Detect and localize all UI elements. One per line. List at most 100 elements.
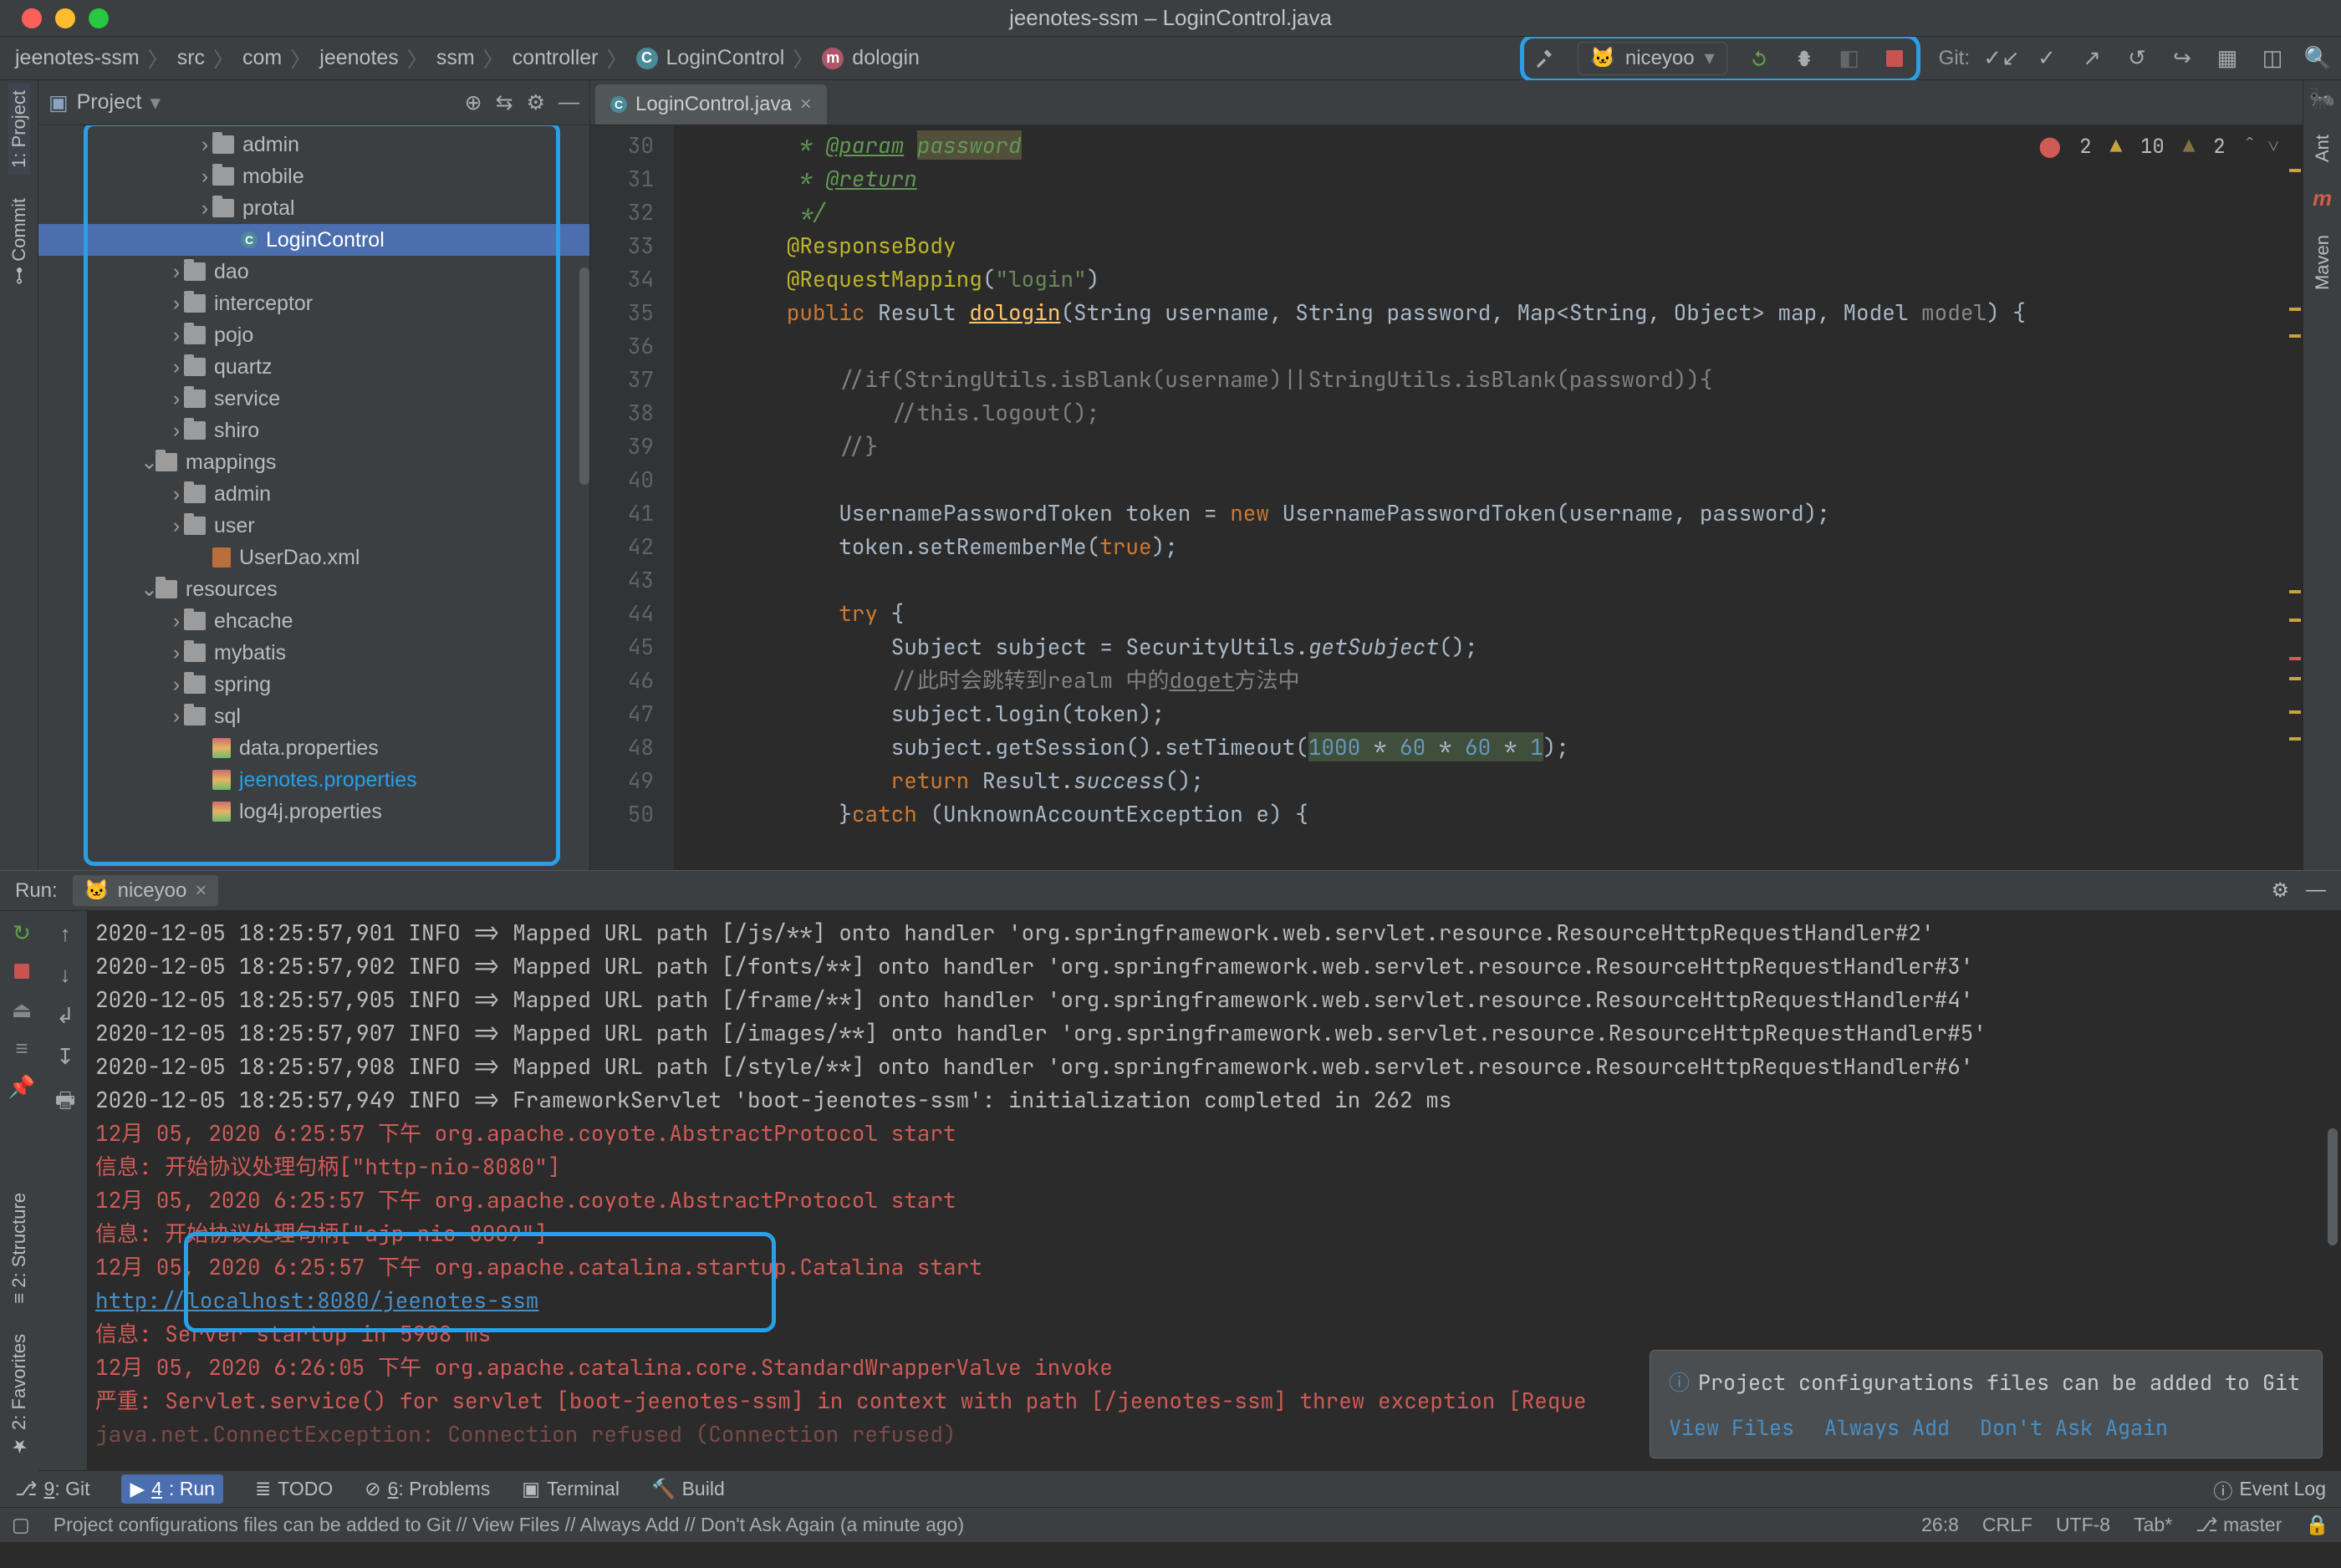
up-icon[interactable]: ↑ xyxy=(60,921,71,947)
tree-item[interactable]: ›service xyxy=(38,383,589,415)
project-tree[interactable]: ›admin ›mobile›protalCLoginControl›dao›in… xyxy=(38,125,589,870)
expand-icon[interactable]: › xyxy=(197,165,212,189)
gear-icon[interactable]: ⚙ xyxy=(2271,878,2289,903)
tree-item[interactable]: ›sql xyxy=(38,700,589,732)
chevron-icon[interactable]: ˆ ˅ xyxy=(2244,130,2279,164)
search-icon[interactable]: 🔍 xyxy=(2304,45,2331,72)
lock-icon[interactable]: 🔒 xyxy=(2305,1514,2329,1536)
breadcrumb-item[interactable]: src xyxy=(177,46,205,70)
editor-tab[interactable]: C LoginControl.java × xyxy=(595,84,827,125)
bottom-tab-run[interactable]: ▶ 4: Run xyxy=(121,1474,222,1504)
rerun-icon[interactable] xyxy=(1746,45,1772,72)
bottom-tab-eventlog[interactable]: ⓘ Event Log xyxy=(2213,1475,2326,1504)
expand-icon[interactable]: › xyxy=(169,641,184,665)
vcs-commit-icon[interactable]: ✓ xyxy=(2033,45,2060,72)
down-icon[interactable]: ↓ xyxy=(60,962,71,988)
vcs-update-icon[interactable]: ✓↙ xyxy=(1988,45,2015,72)
rerun-icon[interactable]: ↻ xyxy=(10,921,33,944)
vcs-push-icon[interactable]: ↗ xyxy=(2078,45,2105,72)
breadcrumb-item[interactable]: dologin xyxy=(852,46,920,70)
expand-icon[interactable]: › xyxy=(169,705,184,729)
expand-icon[interactable]: › xyxy=(169,514,184,538)
tree-item[interactable]: ›spring xyxy=(38,669,589,700)
tree-item[interactable]: UserDao.xml xyxy=(38,542,589,573)
close-icon[interactable]: × xyxy=(195,879,207,903)
tree-item[interactable]: ›dao xyxy=(38,256,589,288)
run-config-select[interactable]: 🐱 niceyoo ▾ xyxy=(1578,42,1727,75)
tree-item[interactable]: ›protal xyxy=(38,192,589,224)
rail-tab-favorites[interactable]: ★ 2: Favorites xyxy=(8,1327,30,1463)
code[interactable]: * @param password * @return */ @Response… xyxy=(674,125,2303,870)
notification-action[interactable]: Always Add xyxy=(1824,1411,1950,1444)
notification-action[interactable]: Don't Ask Again xyxy=(1980,1411,2168,1444)
run-panel-tab[interactable]: 🐱 niceyoo × xyxy=(73,875,219,906)
tree-item[interactable]: log4j.properties xyxy=(38,796,589,827)
tree-item[interactable]: ›interceptor xyxy=(38,288,589,319)
stop-icon[interactable] xyxy=(10,960,33,983)
expand-icon[interactable]: ⌄ xyxy=(140,577,156,602)
expand-icon[interactable]: › xyxy=(169,482,184,507)
hide-icon[interactable]: — xyxy=(558,90,579,115)
breadcrumb-item[interactable]: com xyxy=(242,46,282,70)
maven-icon[interactable]: m xyxy=(2313,186,2332,211)
breadcrumbs[interactable]: jeenotes-ssm〉src〉com〉jeenotes〉ssm〉contro… xyxy=(10,43,920,74)
tree-item[interactable]: ›mybatis xyxy=(38,637,589,669)
tree-item[interactable]: ›quartz xyxy=(38,351,589,383)
scroll-icon[interactable]: ↧ xyxy=(56,1044,74,1070)
collapse-icon[interactable]: ⇆ xyxy=(496,90,513,115)
inspection-status[interactable]: ⬤2 ▲10 ▲2 ˆ ˅ xyxy=(2038,130,2279,164)
rail-tab-commit[interactable]: ⊶ Commit xyxy=(8,191,30,292)
run-coverage-icon[interactable]: ◧ xyxy=(1836,45,1863,72)
tree-item[interactable]: ⌄mappings xyxy=(38,446,589,478)
tree-item[interactable]: ›admin xyxy=(38,478,589,510)
bottom-tab-git[interactable]: ⎇ 9: Git xyxy=(15,1478,89,1500)
expand-icon[interactable]: › xyxy=(169,673,184,697)
dropdown-icon[interactable]: ▾ xyxy=(150,90,161,115)
close-tab-icon[interactable]: × xyxy=(800,93,812,116)
tree-item[interactable]: ›ehcache xyxy=(38,605,589,637)
structure-icon[interactable]: ◫ xyxy=(2259,45,2286,72)
breadcrumb-item[interactable]: LoginControl xyxy=(666,46,785,70)
breadcrumb-item[interactable]: jeenotes xyxy=(319,46,399,70)
rail-tab-structure[interactable]: ≡ 2: Structure xyxy=(8,1186,30,1311)
editor[interactable]: 3031323334353637383940414243444546474849… xyxy=(590,125,2303,870)
tree-item[interactable]: data.properties xyxy=(38,732,589,764)
console[interactable]: 2020-12-05 18:25:57,901 INFO => Mapped U… xyxy=(87,911,2341,1470)
bottom-tab-todo[interactable]: ≣ TODO xyxy=(255,1478,333,1500)
breadcrumb-item[interactable]: ssm xyxy=(436,46,475,70)
boxes-icon[interactable]: ▦ xyxy=(2214,45,2241,72)
layout-icon[interactable]: ≡ xyxy=(10,1036,33,1060)
expand-icon[interactable]: › xyxy=(169,387,184,411)
expand-icon[interactable]: › xyxy=(169,292,184,316)
print-icon[interactable]: 🖶 xyxy=(55,1085,76,1122)
tree-item[interactable]: ⌄resources xyxy=(38,573,589,605)
expand-icon[interactable]: › xyxy=(169,419,184,443)
caret-pos[interactable]: 26:8 xyxy=(1921,1514,1959,1536)
bottom-tab-problems[interactable]: ⊘ 6: Problems xyxy=(365,1478,490,1500)
ant-icon[interactable]: 🐜 xyxy=(2308,85,2335,111)
history-icon[interactable]: ↺ xyxy=(2124,45,2150,72)
scrollbar[interactable] xyxy=(2328,1128,2338,1245)
tree-item[interactable]: ›pojo xyxy=(38,319,589,351)
locate-icon[interactable]: ⊕ xyxy=(465,90,482,115)
rail-tab-project[interactable]: 1: Project xyxy=(8,84,30,175)
debug-icon[interactable] xyxy=(1791,45,1818,72)
gear-icon[interactable]: ⚙ xyxy=(527,90,545,115)
bottom-tab-terminal[interactable]: ▣ Terminal xyxy=(522,1478,620,1500)
tree-item[interactable]: ›mobile xyxy=(38,160,589,192)
build-icon[interactable] xyxy=(1533,45,1559,72)
tree-item[interactable]: CLoginControl xyxy=(38,224,589,256)
expand-icon[interactable]: › xyxy=(169,355,184,379)
tree-item[interactable]: jeenotes.properties xyxy=(38,764,589,796)
scrollbar[interactable] xyxy=(579,267,589,485)
breadcrumb-item[interactable]: controller xyxy=(513,46,599,70)
error-stripe[interactable] xyxy=(2287,125,2303,870)
indent[interactable]: Tab* xyxy=(2134,1514,2172,1536)
bottom-tab-build[interactable]: 🔨 Build xyxy=(651,1478,725,1500)
stop-icon[interactable] xyxy=(1881,45,1908,72)
pin-icon[interactable]: 📌 xyxy=(10,1075,33,1098)
project-header-label[interactable]: Project xyxy=(77,90,142,115)
git-branch[interactable]: ⎇ master xyxy=(2196,1514,2282,1536)
tree-item[interactable]: ›shiro xyxy=(38,415,589,446)
exit-icon[interactable]: ⏏ xyxy=(10,998,33,1021)
